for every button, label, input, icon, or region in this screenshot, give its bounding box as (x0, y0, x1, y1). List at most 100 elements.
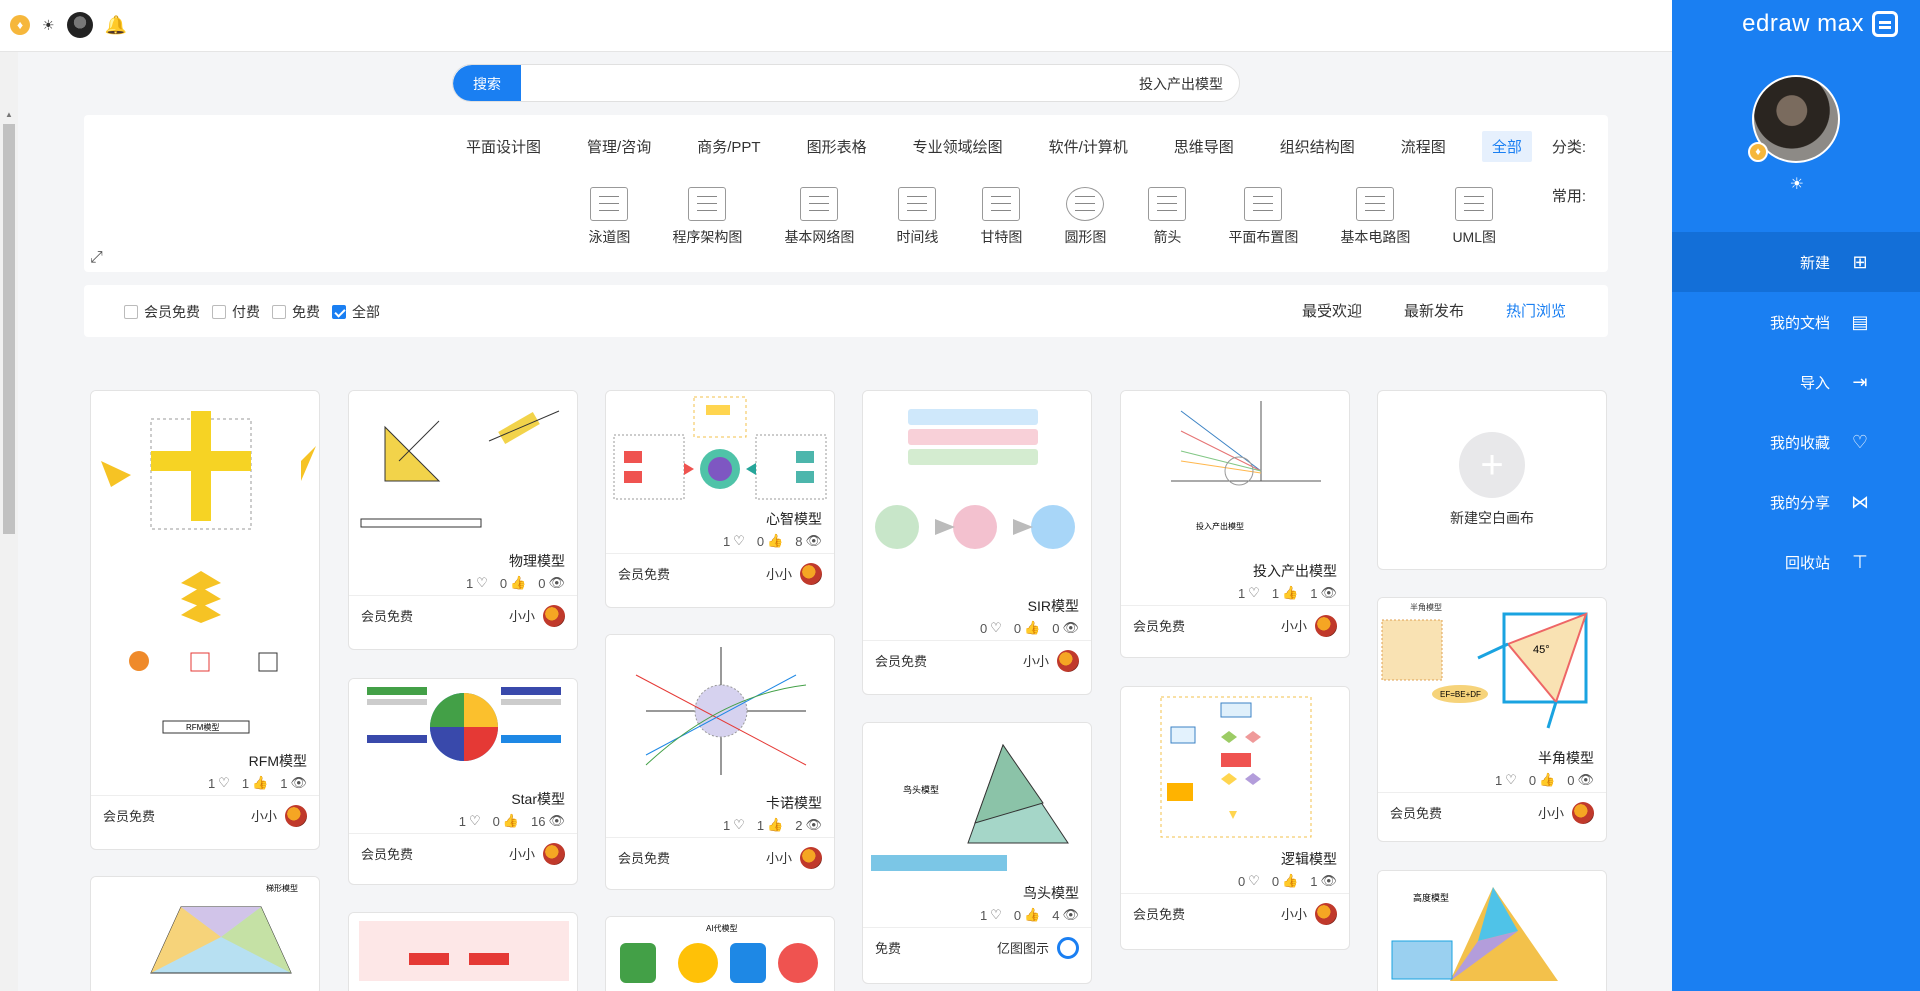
likes-stat[interactable]: 👍 1 (1272, 585, 1298, 601)
tab-latest[interactable]: 最新发布 (1404, 300, 1464, 321)
author[interactable]: 小小 (1281, 902, 1337, 925)
tab-hot[interactable]: 热门浏览 (1506, 300, 1566, 321)
template-card[interactable]: 半角模型 45° EF=BE+DF 半角模型 👁 0 👍 0 ♡ 1 会员免费 小小 (1377, 597, 1607, 842)
likes-stat[interactable]: 👍 0 (1529, 772, 1555, 788)
scroll-up-arrow-icon[interactable]: ▲ (5, 110, 13, 119)
heart-icon: ♡ (476, 575, 488, 590)
favorites-stat[interactable]: ♡ 0 (980, 620, 1002, 636)
common-timeline[interactable]: 时间线 (896, 187, 938, 247)
common-arrow[interactable]: 箭头 (1148, 187, 1187, 247)
favorites-stat[interactable]: ♡ 1 (459, 813, 481, 829)
checkbox[interactable] (124, 305, 138, 319)
author[interactable]: 小小 (251, 804, 307, 827)
author[interactable]: 小小 (509, 604, 565, 627)
template-thumbnail: 半角模型 45° EF=BE+DF (1378, 598, 1606, 748)
template-card[interactable]: 物理模型 👁 0 👍 0 ♡ 1 会员免费 小小 (348, 390, 578, 650)
sidebar-item-trash[interactable]: 回收站 ⊤ (1672, 532, 1920, 592)
template-card[interactable]: Star模型 👁 16 👍 0 ♡ 1 会员免费 小小 (348, 678, 578, 885)
template-stats: 👁 4 👍 0 ♡ 1 (863, 903, 1091, 927)
template-card[interactable]: RFM模型 RFM模型 👁 1 👍 1 ♡ 1 会员免费 小小 (90, 390, 320, 850)
favorites-stat[interactable]: ♡ 1 (723, 533, 745, 549)
checkbox[interactable] (272, 305, 286, 319)
template-card[interactable]: 投入产出模型 投入产出模型 👁 1 👍 1 ♡ 1 会员免费 小小 (1120, 390, 1350, 658)
common-gantt[interactable]: 甘特图 (980, 187, 1022, 247)
likes-stat[interactable]: 👍 0 (1014, 907, 1040, 923)
theme-toggle-icon[interactable]: ☀ (42, 17, 55, 34)
common-uml[interactable]: UML图 (1452, 187, 1496, 247)
likes-stat[interactable]: 👍 0 (1272, 873, 1298, 889)
category-professional[interactable]: 专业领域绘图 (903, 131, 1013, 162)
common-floor-plan[interactable]: 平面布置图 (1228, 187, 1298, 247)
new-blank-canvas-card[interactable]: + 新建空白画布 (1377, 390, 1607, 570)
template-card[interactable]: 鸟头模型 鸟头模型 👁 4 👍 0 ♡ 1 免费 亿图图示 (862, 722, 1092, 984)
common-network[interactable]: 基本网络图 (784, 187, 854, 247)
sun-icon[interactable]: ☀ (1790, 174, 1804, 194)
template-card[interactable]: 卡诺模型 👁 2 👍 1 ♡ 1 会员免费 小小 (605, 634, 835, 890)
template-card[interactable]: 心智模型 👁 8 👍 0 ♡ 1 会员免费 小小 (605, 390, 835, 608)
checkbox[interactable] (212, 305, 226, 319)
common-swimlane[interactable]: 泳道图 (588, 187, 630, 247)
author[interactable]: 亿图图示 (997, 936, 1079, 959)
sidebar-item-shares[interactable]: 我的分享 ⋈ (1672, 472, 1920, 532)
category-graphic-table[interactable]: 图形表格 (797, 131, 877, 162)
template-card[interactable]: AI代模型 (605, 916, 835, 991)
common-architecture[interactable]: 程序架构图 (672, 187, 742, 247)
favorites-stat[interactable]: ♡ 1 (466, 575, 488, 591)
category-graphic-design[interactable]: 平面设计图 (456, 131, 551, 162)
author[interactable]: 小小 (509, 842, 565, 865)
template-card[interactable]: 逻辑模型 👁 1 👍 0 ♡ 0 会员免费 小小 (1120, 686, 1350, 950)
likes-stat[interactable]: 👍 0 (493, 813, 519, 829)
likes-stat[interactable]: 👍 0 (1014, 620, 1040, 636)
checkbox[interactable] (332, 305, 346, 319)
favorites-stat[interactable]: ♡ 1 (723, 817, 745, 833)
template-card[interactable]: SIR模型 👁 0 👍 0 ♡ 0 会员免费 小小 (862, 390, 1092, 695)
filter-all[interactable]: 全部 (332, 302, 380, 322)
author[interactable]: 小小 (1538, 801, 1594, 824)
expand-icon[interactable]: ⤢ (90, 249, 103, 267)
sidebar-item-import[interactable]: 导入 ⇥ (1672, 352, 1920, 412)
category-all[interactable]: 全部 (1481, 131, 1532, 162)
category-org-chart[interactable]: 组织结构图 (1270, 131, 1365, 162)
category-business-ppt[interactable]: 商务/PPT (687, 131, 770, 162)
category-flowchart[interactable]: 流程图 (1391, 131, 1456, 162)
favorites-stat[interactable]: ♡ 1 (1238, 585, 1260, 601)
scrollbar[interactable]: ▲ (0, 52, 18, 991)
category-management[interactable]: 管理/咨询 (577, 131, 661, 162)
notification-bell-icon[interactable]: 🔔 (105, 15, 127, 36)
template-title: 心智模型 (766, 511, 822, 527)
brand[interactable]: edraw max (1742, 10, 1898, 38)
favorites-stat[interactable]: ♡ 1 (1495, 772, 1517, 788)
search-button[interactable]: 搜索 (453, 65, 521, 101)
author[interactable]: 小小 (766, 562, 822, 585)
likes-stat[interactable]: 👍 0 (500, 575, 526, 591)
filter-paid[interactable]: 付费 (212, 302, 260, 322)
filter-member-free[interactable]: 会员免费 (124, 302, 200, 322)
author[interactable]: 小小 (766, 846, 822, 869)
likes-stat[interactable]: 👍 1 (242, 775, 268, 791)
common-circle[interactable]: 圆形图 (1064, 187, 1106, 247)
sidebar-item-new[interactable]: 新建 ⊞ (1672, 232, 1920, 292)
filter-free[interactable]: 免费 (272, 302, 320, 322)
category-software[interactable]: 软件/计算机 (1039, 131, 1138, 162)
template-card[interactable]: 梯形模型 (90, 876, 320, 991)
sidebar-item-my-documents[interactable]: 我的文档 ▤ (1672, 292, 1920, 352)
template-footer: 会员免费 小小 (91, 795, 319, 835)
vip-icon[interactable]: ♦ (10, 15, 30, 35)
category-mind-map[interactable]: 思维导图 (1164, 131, 1244, 162)
tab-popular[interactable]: 最受欢迎 (1302, 300, 1362, 321)
likes-stat[interactable]: 👍 1 (757, 817, 783, 833)
author[interactable]: 小小 (1281, 614, 1337, 637)
template-card[interactable] (348, 912, 578, 991)
scrollbar-thumb[interactable] (3, 124, 15, 534)
favorites-stat[interactable]: ♡ 1 (208, 775, 230, 791)
favorites-stat[interactable]: ♡ 1 (980, 907, 1002, 923)
author[interactable]: 小小 (1023, 649, 1079, 672)
favorites-stat[interactable]: ♡ 0 (1238, 873, 1260, 889)
search-input[interactable]: 投入产出模型 (1139, 74, 1223, 94)
user-avatar[interactable] (66, 12, 93, 38)
template-stats: 👁 0 👍 0 ♡ 1 (1378, 768, 1606, 792)
likes-stat[interactable]: 👍 0 (757, 533, 783, 549)
sidebar-item-favorites[interactable]: 我的收藏 ♡ (1672, 412, 1920, 472)
template-card[interactable]: 高度模型 (1377, 870, 1607, 991)
common-circuit[interactable]: 基本电路图 (1340, 187, 1410, 247)
